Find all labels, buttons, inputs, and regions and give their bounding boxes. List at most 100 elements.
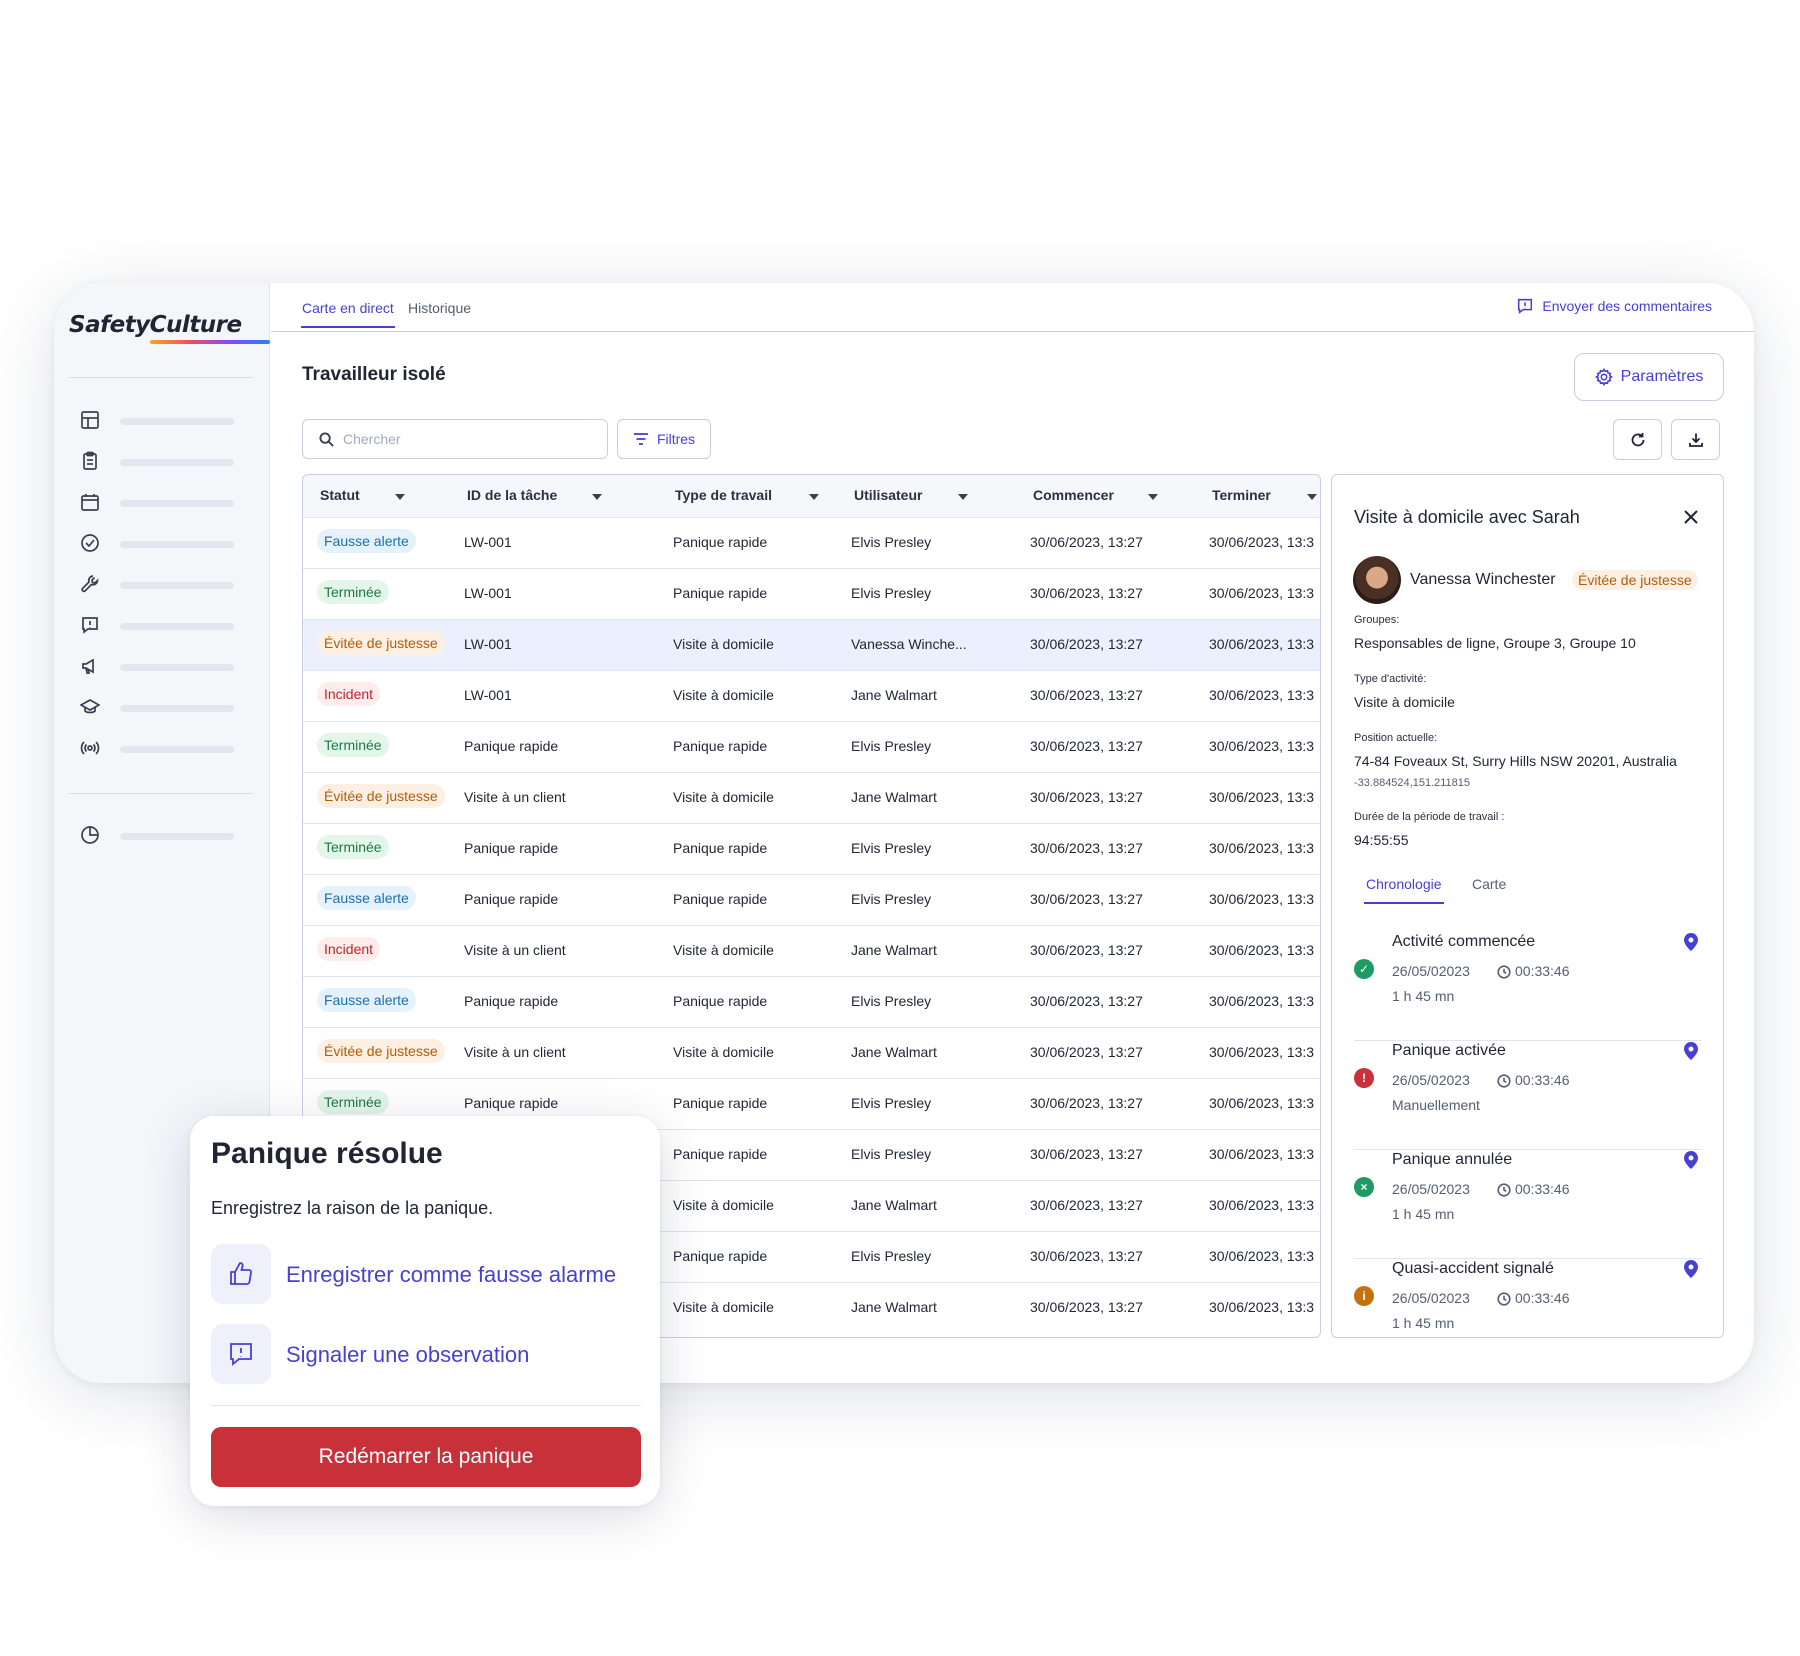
cell-user: Elvis Presley: [851, 1146, 932, 1162]
clock-icon: [1497, 1074, 1511, 1088]
sidebar-item-label-placeholder: [120, 664, 234, 671]
refresh-icon: [1631, 432, 1644, 446]
cell-end: 30/06/2023, 13:3: [1209, 1248, 1315, 1264]
tab-history[interactable]: Historique: [408, 300, 471, 316]
event-detail: 1 h 45 mn: [1392, 988, 1455, 1004]
check-circle-icon: [81, 534, 99, 552]
download-icon: [1688, 433, 1703, 447]
cell-task-id: LW-001: [464, 687, 512, 703]
report-observation-option[interactable]: Signaler une observation: [211, 1324, 641, 1386]
tab-timeline[interactable]: Chronologie: [1364, 876, 1443, 904]
cell-work-type: Visite à domicile: [673, 1044, 774, 1060]
sidebar-item-issues[interactable]: [80, 615, 240, 637]
sidebar-item-assets[interactable]: [80, 574, 240, 596]
location-pin-icon[interactable]: [1684, 1151, 1698, 1169]
column-header-task-id[interactable]: ID de la tâche: [467, 487, 557, 503]
send-feedback-link[interactable]: Envoyer des commentaires: [1516, 297, 1712, 315]
sidebar-item-dashboard[interactable]: [80, 410, 240, 432]
download-button[interactable]: [1671, 419, 1720, 460]
sort-caret-icon[interactable]: [958, 494, 968, 500]
sidebar-item-label-placeholder: [120, 623, 234, 630]
cell-task-id: Visite à un client: [464, 942, 566, 958]
cell-end: 30/06/2023, 13:3: [1209, 1044, 1315, 1060]
close-panel-button[interactable]: [1681, 507, 1701, 527]
cell-start: 30/06/2023, 13:27: [1030, 534, 1143, 550]
avatar: [1353, 556, 1401, 604]
panel-user-name: Vanessa Winchester: [1410, 571, 1556, 588]
location-pin-icon[interactable]: [1684, 1042, 1698, 1060]
cell-user: Vanessa Winche...: [851, 636, 967, 652]
timeline-event: ✓ Activité commencée 26/05/02023 00:33:46 1 …: [1354, 933, 1702, 1041]
work-duration-label: Durée de la période de travail :: [1354, 811, 1505, 823]
gear-icon: [1594, 368, 1613, 386]
sidebar-item-analytics[interactable]: [80, 825, 240, 847]
sort-caret-icon[interactable]: [1148, 494, 1158, 500]
sidebar-item-actions[interactable]: [80, 533, 240, 555]
cell-start: 30/06/2023, 13:27: [1030, 738, 1143, 754]
table-row[interactable]: Fausse alerte Panique rapide Panique rapid…: [303, 976, 1320, 1027]
card-title: Panique résolue: [211, 1137, 443, 1170]
search-input[interactable]: [343, 431, 583, 447]
cell-work-type: Panique rapide: [673, 534, 768, 550]
filters-button-label: Filtres: [656, 431, 696, 447]
sidebar-item-label-placeholder: [120, 705, 234, 712]
sort-caret-icon[interactable]: [592, 494, 602, 500]
sidebar-item-inspections[interactable]: [80, 451, 240, 473]
clipboard-icon: [83, 451, 97, 470]
tab-map[interactable]: Carte: [1472, 876, 1506, 892]
record-false-alarm-option[interactable]: Enregistrer comme fausse alarme: [211, 1244, 641, 1306]
sidebar-item-label-placeholder: [120, 582, 234, 589]
cell-end: 30/06/2023, 13:3: [1209, 789, 1315, 805]
settings-button-label: Paramètres: [1620, 368, 1704, 385]
settings-button[interactable]: Paramètres: [1574, 353, 1724, 401]
sidebar-item-schedule[interactable]: [80, 492, 240, 514]
sidebar-item-heads-up[interactable]: [80, 656, 240, 678]
event-title: Activité commencée: [1392, 933, 1536, 950]
cell-user: Jane Walmart: [851, 1044, 937, 1060]
filter-icon: [633, 433, 648, 445]
location-pin-icon[interactable]: [1684, 1260, 1698, 1278]
event-title: Panique annulée: [1392, 1151, 1513, 1168]
dashboard-icon: [81, 411, 99, 429]
refresh-button[interactable]: [1613, 419, 1662, 460]
table-header: Statut ID de la tâche Type de travail Ut…: [303, 475, 1320, 517]
table-row[interactable]: Terminée Panique rapide Panique rapide Elvi…: [303, 823, 1320, 874]
filters-button[interactable]: Filtres: [617, 419, 711, 459]
cell-work-type: Visite à domicile: [673, 687, 774, 703]
cell-task-id: Visite à un client: [464, 1044, 566, 1060]
location-pin-icon[interactable]: [1684, 933, 1698, 951]
cell-work-type: Panique rapide: [673, 1146, 768, 1162]
column-header-end[interactable]: Terminer: [1212, 487, 1271, 503]
table-row[interactable]: Incident LW-001 Visite à domicile Jane Walm…: [303, 670, 1320, 721]
timeline-event: × Panique annulée 26/05/02023 00:33:46 1 h 4…: [1354, 1151, 1702, 1259]
cell-task-id: LW-001: [464, 585, 512, 601]
table-row[interactable]: Terminée LW-001 Panique rapide Elvis Presle…: [303, 568, 1320, 619]
search-box[interactable]: [302, 419, 608, 459]
cell-end: 30/06/2023, 13:3: [1209, 585, 1315, 601]
cell-user: Jane Walmart: [851, 1299, 937, 1315]
table-row[interactable]: Évitée de justesse Visite à un client Visi…: [303, 1027, 1320, 1078]
column-header-start[interactable]: Commencer: [1033, 487, 1114, 503]
cell-work-type: Visite à domicile: [673, 1197, 774, 1213]
activity-type-label: Type d'activité:: [1354, 673, 1427, 685]
table-row[interactable]: Incident Visite à un client Visite à domic…: [303, 925, 1320, 976]
table-row[interactable]: Terminée Panique rapide Panique rapide Elvi…: [303, 721, 1320, 772]
column-header-status[interactable]: Statut: [320, 487, 360, 503]
sidebar-item-training[interactable]: [80, 697, 240, 719]
table-row[interactable]: Fausse alerte LW-001 Panique rapide Elvis P…: [303, 517, 1320, 568]
sort-caret-icon[interactable]: [809, 494, 819, 500]
send-feedback-label: Envoyer des commentaires: [1542, 298, 1712, 314]
table-row[interactable]: Évitée de justesse Visite à un client Visi…: [303, 772, 1320, 823]
cell-task-id: Panique rapide: [464, 891, 559, 907]
restart-panic-button[interactable]: Redémarrer la panique: [211, 1427, 641, 1487]
column-header-work-type[interactable]: Type de travail: [675, 487, 772, 503]
sort-caret-icon[interactable]: [395, 494, 405, 500]
tab-live-map[interactable]: Carte en direct: [301, 300, 395, 328]
sidebar-item-sensors[interactable]: [80, 738, 240, 760]
cell-work-type: Visite à domicile: [673, 789, 774, 805]
table-row[interactable]: Évitée de justesse LW-001 Visite à domicil…: [303, 619, 1320, 670]
sort-caret-icon[interactable]: [1307, 494, 1317, 500]
column-header-user[interactable]: Utilisateur: [854, 487, 922, 503]
status-badge: Fausse alerte: [317, 529, 416, 553]
table-row[interactable]: Fausse alerte Panique rapide Panique rapid…: [303, 874, 1320, 925]
